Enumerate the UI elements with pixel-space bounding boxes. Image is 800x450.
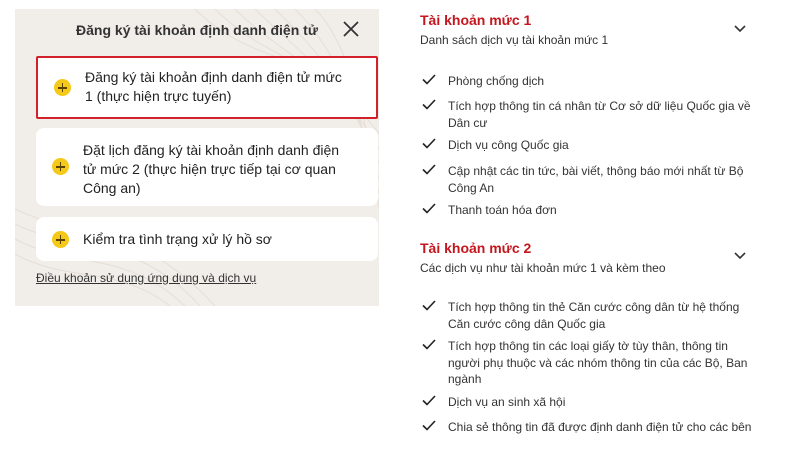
tier-2-title: Tài khoản mức 2 <box>420 240 532 256</box>
feature-text: Cập nhật các tin tức, bài viết, thông bá… <box>448 164 744 178</box>
feature-text: Thanh toán hóa đơn <box>448 203 557 217</box>
feature-text: Tích hợp thông tin thẻ Căn cước công dân… <box>448 300 740 314</box>
option-register-level-1[interactable]: Đăng ký tài khoản định danh điện tử mức … <box>36 56 378 119</box>
checkmark-icon <box>422 420 436 431</box>
tier-2-subtitle: Các dịch vụ như tài khoản mức 1 và kèm t… <box>420 261 666 275</box>
feature-text: Công An <box>448 180 495 195</box>
option-check-status[interactable]: Kiểm tra tình trạng xử lý hồ sơ <box>36 217 378 261</box>
chevron-down-icon[interactable] <box>734 25 746 33</box>
option-label-line: tử mức 2 (thực hiện trực tiếp tại cơ qua… <box>83 161 336 177</box>
option-label-line: 1 (thực hiện trực tuyến) <box>85 88 232 104</box>
tier-1-subtitle: Danh sách dịch vụ tài khoản mức 1 <box>420 33 609 47</box>
checkmark-icon <box>422 99 436 110</box>
dialog-title: Đăng ký tài khoản định danh điện tử <box>76 22 318 38</box>
checkmark-icon <box>422 339 436 350</box>
checkmark-icon <box>422 300 436 311</box>
plus-icon <box>52 158 69 175</box>
option-label-line: Công an) <box>83 180 141 196</box>
checkmark-icon <box>422 74 436 85</box>
checkmark-icon <box>422 164 436 175</box>
feature-text: Dân cư <box>448 115 488 130</box>
feature-text: Dịch vụ công Quốc gia <box>448 138 569 152</box>
checkmark-icon <box>422 395 436 406</box>
feature-text: Chia sẻ thông tin đã được định danh điện… <box>448 420 752 434</box>
feature-text: Dịch vụ an sinh xã hội <box>448 395 566 409</box>
account-tiers-panel: Tài khoản mức 1 Danh sách dịch vụ tài kh… <box>400 0 800 450</box>
feature-text: Căn cước công dân Quốc gia <box>448 316 606 331</box>
feature-text: người phụ thuộc và các nhóm thông tin củ… <box>448 355 748 370</box>
feature-text: Tích hợp thông tin cá nhân từ Cơ sở dữ l… <box>448 99 751 113</box>
option-book-level-2[interactable]: Đặt lịch đăng ký tài khoản định danh điệ… <box>36 128 378 206</box>
close-icon[interactable] <box>341 19 361 39</box>
option-label-line: Đặt lịch đăng ký tài khoản định danh điệ… <box>83 142 340 158</box>
tier-1-title: Tài khoản mức 1 <box>420 12 532 28</box>
option-label-line: Đăng ký tài khoản định danh điện tử mức <box>85 69 342 85</box>
plus-icon <box>52 231 69 248</box>
plus-icon <box>54 79 71 96</box>
chevron-down-icon[interactable] <box>734 252 746 260</box>
option-label-line: Kiểm tra tình trạng xử lý hồ sơ <box>83 231 272 247</box>
feature-text: Tích hợp thông tin các loại giấy tờ tùy … <box>448 339 728 353</box>
register-dialog: Đăng ký tài khoản định danh điện tử Đăng… <box>15 9 379 306</box>
checkmark-icon <box>422 203 436 214</box>
checkmark-icon <box>422 138 436 149</box>
feature-text: Phòng chống dịch <box>448 74 545 88</box>
feature-text: ngành <box>448 372 482 386</box>
terms-link[interactable]: Điều khoản sử dụng ứng dụng và dịch vụ <box>36 271 256 285</box>
